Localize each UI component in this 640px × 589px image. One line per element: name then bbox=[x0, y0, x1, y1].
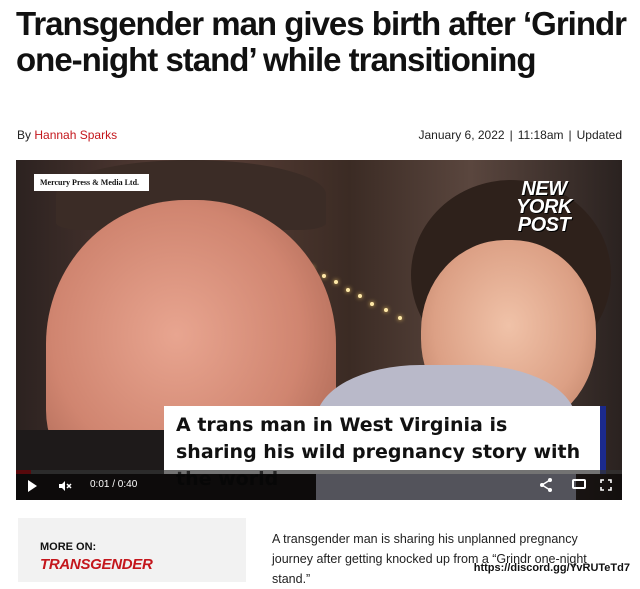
new-york-post-logo: NEW YORK POST bbox=[502, 179, 586, 236]
fullscreen-icon[interactable] bbox=[600, 479, 612, 491]
byline: By Hannah Sparks bbox=[17, 128, 117, 142]
watermark-url: https://discord.gg/YvRUTeTd7 bbox=[473, 562, 630, 574]
topic-link-transgender[interactable]: TRANSGENDER bbox=[40, 556, 153, 573]
play-icon[interactable] bbox=[28, 480, 37, 492]
byline-prefix: By bbox=[17, 128, 32, 142]
separator: | bbox=[509, 128, 513, 142]
share-icon[interactable] bbox=[538, 477, 554, 493]
logo-line: POST bbox=[517, 214, 571, 236]
video-player[interactable]: Mercury Press & Media Ltd. NEW YORK POST… bbox=[16, 160, 622, 500]
article-summary: A transgender man is sharing his unplann… bbox=[272, 531, 587, 586]
article-headline: Transgender man gives birth after ‘Grind… bbox=[16, 5, 627, 78]
more-on-box: MORE ON: TRANSGENDER bbox=[18, 518, 246, 582]
video-time: 0:01 / 0:40 bbox=[90, 479, 138, 490]
video-controls: 0:01 / 0:40 bbox=[16, 470, 622, 500]
video-caption: A trans man in West Virginia is sharing … bbox=[164, 406, 606, 490]
author-link[interactable]: Hannah Sparks bbox=[34, 128, 117, 142]
dateline: January 6, 2022 | 11:18am | Updated bbox=[419, 128, 623, 142]
publish-time: 11:18am bbox=[517, 128, 564, 142]
separator: | bbox=[568, 128, 572, 142]
photo-credit: Mercury Press & Media Ltd. bbox=[34, 174, 150, 191]
mute-icon[interactable] bbox=[58, 480, 72, 492]
more-on-label: MORE ON: bbox=[40, 541, 97, 553]
captions-icon[interactable] bbox=[572, 479, 586, 489]
publish-date: January 6, 2022 bbox=[418, 128, 505, 142]
updated-label: Updated bbox=[576, 128, 622, 142]
